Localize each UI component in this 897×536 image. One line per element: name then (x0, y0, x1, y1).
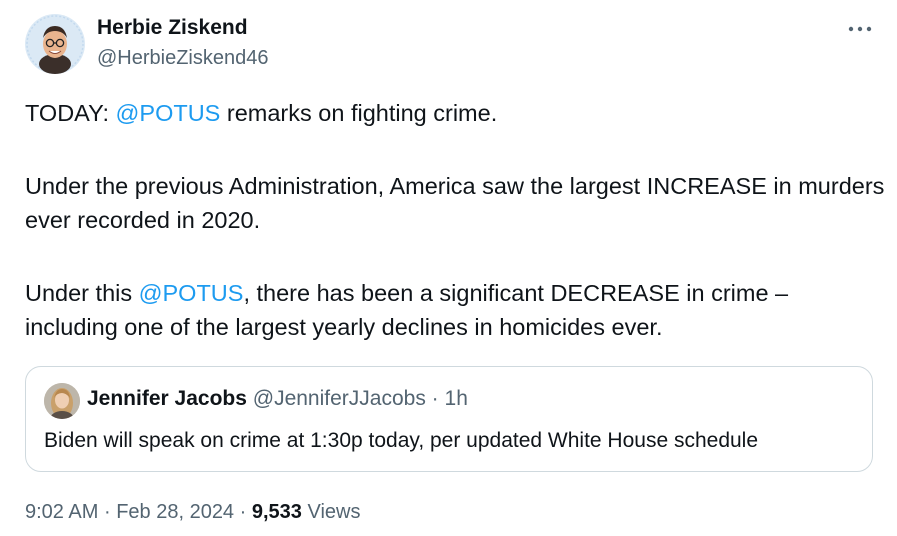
quoted-tweet-time[interactable]: 1h (445, 387, 468, 410)
tweet-paragraph-3: Under this @POTUS, there has been a sign… (25, 276, 885, 345)
quoted-tweet-header: Jennifer Jacobs @JenniferJJacobs · 1h (87, 387, 468, 411)
quoted-tweet-card[interactable]: Jennifer Jacobs @JenniferJJacobs · 1h Bi… (25, 366, 873, 472)
author-avatar[interactable] (25, 14, 85, 74)
mention-potus-link[interactable]: @POTUS (116, 100, 221, 126)
tweet-paragraph-1: TODAY: @POTUS remarks on fighting crime. (25, 96, 885, 131)
quoted-tweet-text: Biden will speak on crime at 1:30p today… (44, 429, 759, 452)
author-handle[interactable]: @HerbieZiskend46 (97, 47, 269, 70)
author-avatar-image (25, 14, 85, 74)
quoted-author-handle[interactable]: @JenniferJJacobs (253, 387, 426, 410)
tweet-date[interactable]: Feb 28, 2024 (116, 501, 234, 523)
separator-dot: · (239, 501, 247, 523)
separator-dot: · (431, 387, 439, 410)
tweet-text-suffix: remarks on fighting crime. (220, 100, 498, 126)
tweet-time[interactable]: 9:02 AM (25, 501, 98, 523)
mention-potus-link[interactable]: @POTUS (139, 280, 244, 306)
tweet-text-prefix: Under this (25, 279, 139, 306)
quoted-author-name[interactable]: Jennifer Jacobs (87, 387, 247, 410)
views-label: Views (307, 501, 361, 523)
tweet-paragraph-2: Under the previous Administration, Ameri… (25, 172, 885, 234)
tweet-meta: 9:02 AM · Feb 28, 2024 · 9,533 Views (25, 501, 360, 524)
more-horizontal-icon[interactable] (843, 17, 877, 41)
separator-dot: · (103, 501, 111, 523)
quoted-author-avatar-image (44, 383, 80, 419)
author-name[interactable]: Herbie Ziskend (97, 16, 248, 40)
views-count: 9,533 (251, 501, 302, 523)
tweet[interactable]: Herbie Ziskend @HerbieZiskend46 TODAY: @… (0, 0, 897, 536)
tweet-text-prefix: TODAY: (25, 100, 116, 126)
tweet-text: TODAY: @POTUS remarks on fighting crime.… (25, 96, 885, 345)
quoted-author-avatar[interactable] (44, 383, 80, 419)
